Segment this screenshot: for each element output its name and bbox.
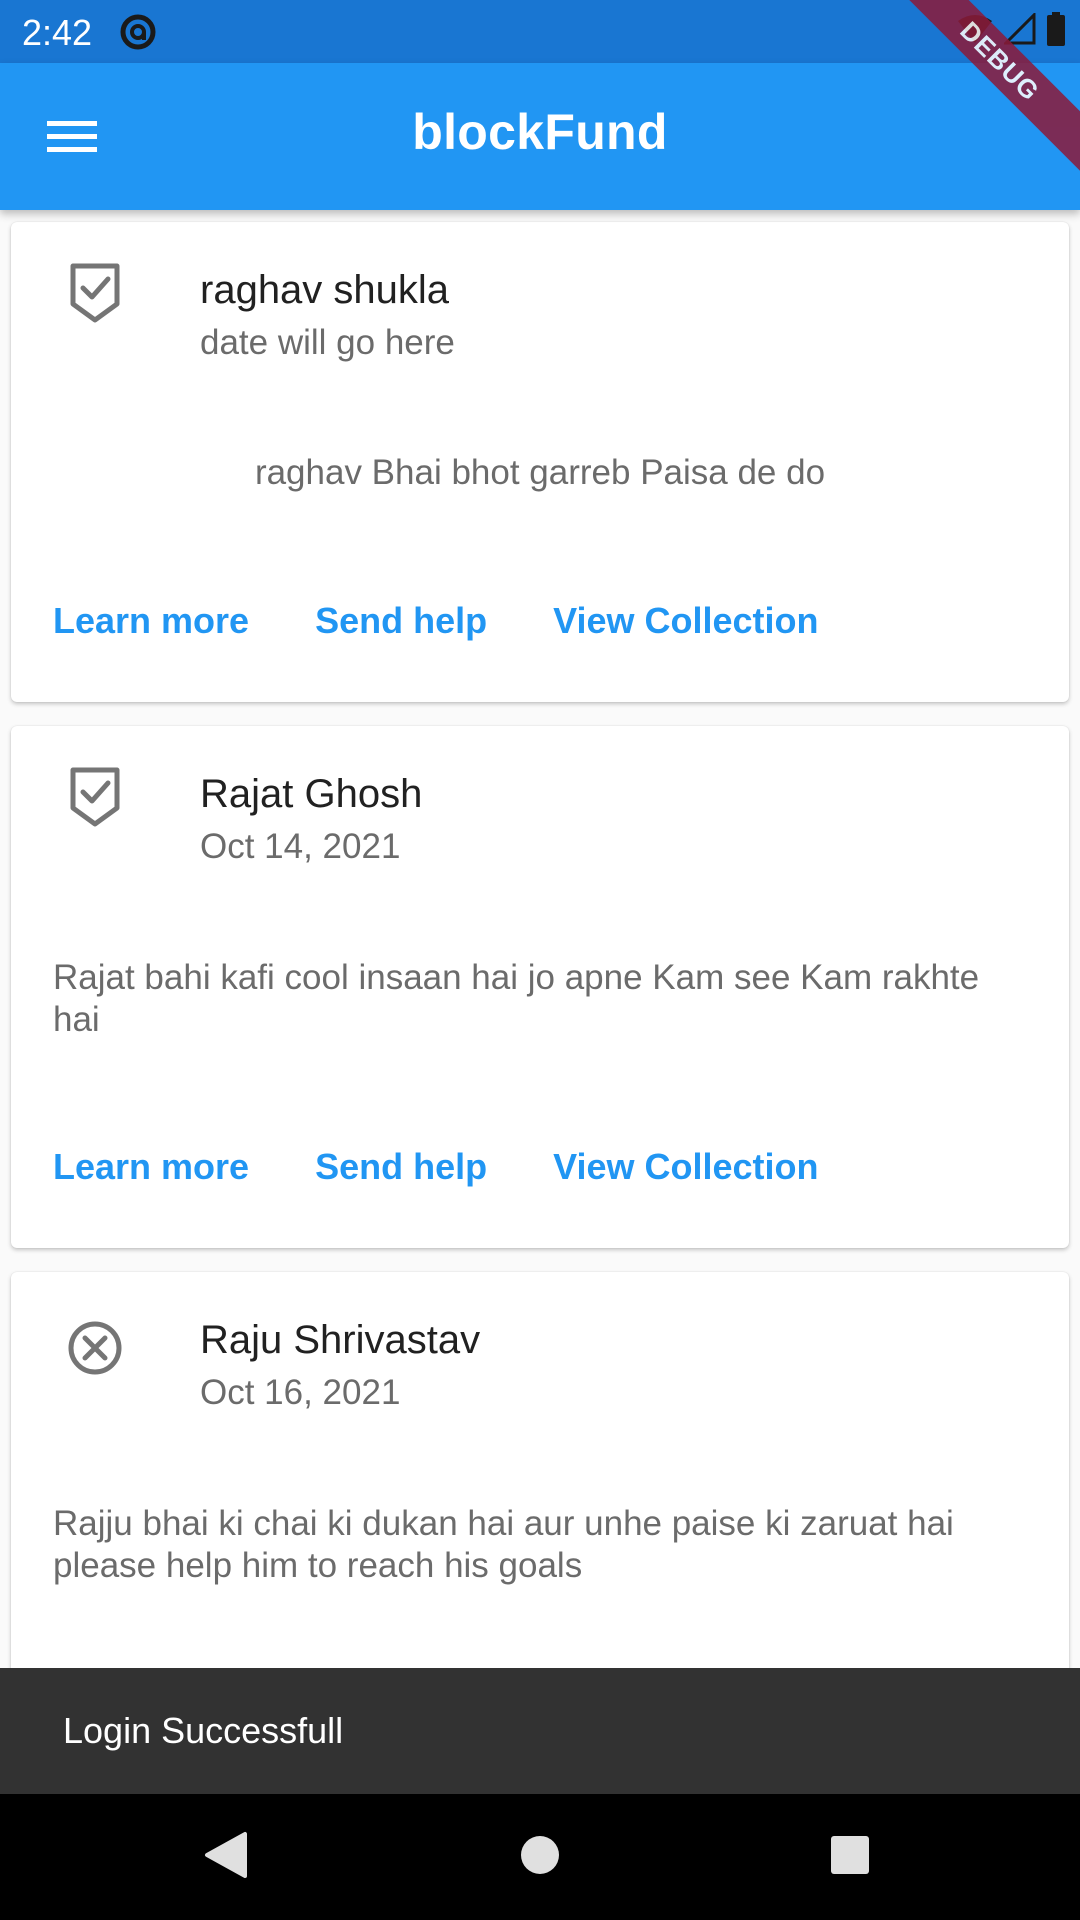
learn-more-button[interactable]: Learn more — [53, 600, 249, 642]
card-name: raghav shukla — [200, 268, 450, 312]
app-title: blockFund — [412, 104, 668, 160]
card-description: Rajju bhai ki chai ki dukan hai aur unhe… — [53, 1504, 954, 1585]
send-help-button[interactable]: Send help — [315, 1146, 487, 1188]
send-help-button[interactable]: Send help — [315, 600, 487, 642]
fund-card: raghav shukla date will go here raghav B… — [11, 222, 1069, 702]
recents-button[interactable] — [820, 1827, 880, 1887]
back-button[interactable] — [195, 1827, 255, 1887]
card-actions: Learn more Send help View Collection — [53, 600, 819, 642]
card-description: raghav Bhai bhot garreb Paisa de do — [254, 453, 826, 492]
cancel-circle-icon — [55, 1320, 135, 1400]
verified-shield-icon — [55, 766, 135, 846]
card-actions: Learn more Send help View Collection — [53, 1146, 819, 1188]
home-button[interactable] — [510, 1827, 570, 1887]
card-description: Rajat bahi kafi cool insaan hai jo apne … — [53, 958, 980, 1039]
card-date: date will go here — [200, 323, 455, 362]
back-triangle-icon — [201, 1830, 249, 1885]
home-circle-icon — [519, 1834, 561, 1881]
card-name: Rajat Ghosh — [200, 772, 423, 816]
app-screen: 2:42 blockFund DEBUG raghav shukla date … — [0, 0, 1080, 1920]
card-date: Oct 16, 2021 — [200, 1373, 401, 1412]
view-collection-button[interactable]: View Collection — [553, 1146, 818, 1188]
status-time: 2:42 — [22, 12, 93, 53]
view-collection-button[interactable]: View Collection — [553, 600, 818, 642]
app-bar: blockFund — [0, 63, 1080, 210]
snackbar: Login Successfull — [0, 1668, 1080, 1794]
snackbar-message: Login Successfull — [63, 1710, 344, 1751]
at-sign-icon — [118, 12, 158, 52]
learn-more-button[interactable]: Learn more — [53, 1146, 249, 1188]
recents-square-icon — [829, 1834, 871, 1881]
system-nav-bar — [0, 1794, 1080, 1920]
fund-card: Rajat Ghosh Oct 14, 2021 Rajat bahi kafi… — [11, 726, 1069, 1248]
card-date: Oct 14, 2021 — [200, 827, 401, 866]
card-name: Raju Shrivastav — [200, 1318, 481, 1362]
battery-icon — [1046, 12, 1066, 46]
verified-shield-icon — [55, 262, 135, 342]
